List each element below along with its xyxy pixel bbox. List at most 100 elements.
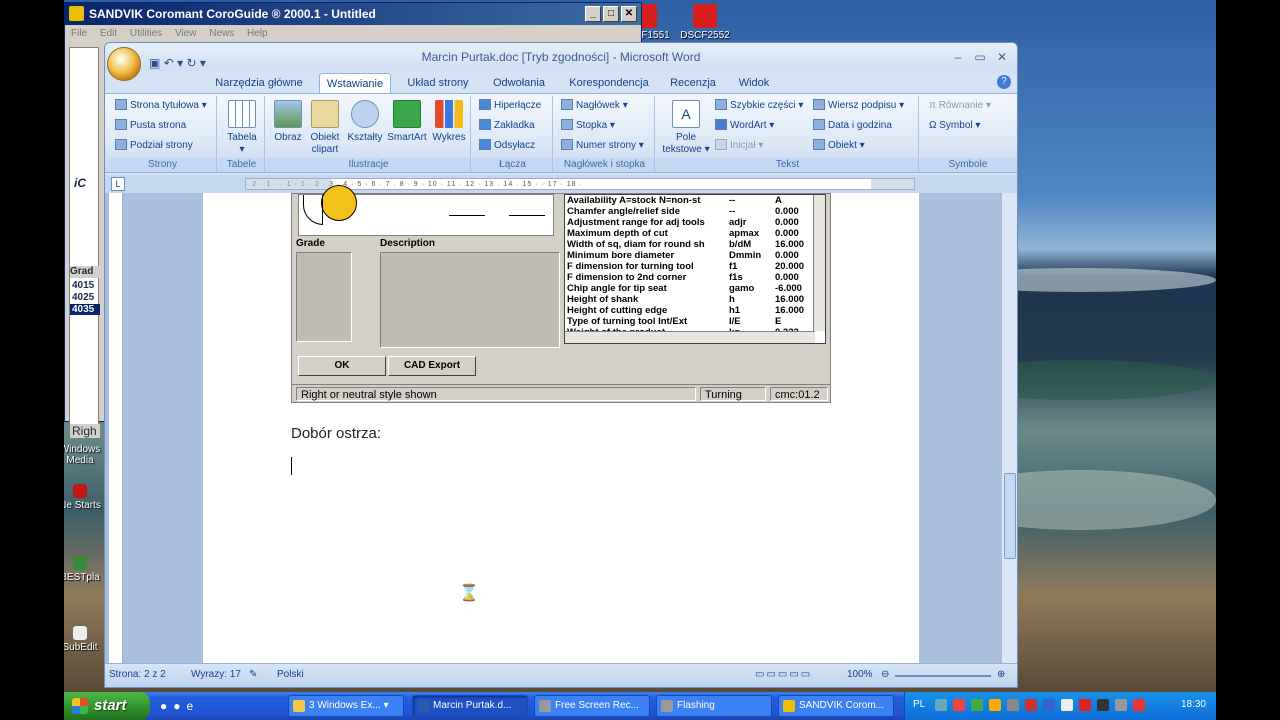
ie-icon[interactable]: e <box>187 699 200 713</box>
language-bar[interactable]: PL <box>913 699 925 710</box>
vertical-ruler[interactable] <box>109 193 123 665</box>
table-row[interactable]: F dimension for turning tool f1 20.000 <box>565 261 825 272</box>
grade-list[interactable] <box>296 252 352 342</box>
menu-news[interactable]: News <box>209 28 234 39</box>
taskbar-flashing[interactable]: Flashing <box>656 695 772 717</box>
taskbar-screen-recorder[interactable]: Free Screen Rec... <box>534 695 650 717</box>
tab-page-layout[interactable]: Układ strony <box>401 73 475 93</box>
table-horizontal-scrollbar[interactable] <box>565 331 815 343</box>
page-number-button[interactable]: Numer strony ▾ <box>561 138 644 154</box>
tray-icon[interactable] <box>1079 699 1091 711</box>
embedded-coroguide-screenshot[interactable]: Grade Description Availability A=stock N… <box>291 185 831 403</box>
customize-qat-icon[interactable]: ▾ <box>200 56 206 70</box>
table-row[interactable]: Availability A=stock N=non-st -- A <box>565 195 825 206</box>
table-row[interactable]: Height of shank h 16.000 <box>565 294 825 305</box>
menu-edit[interactable]: Edit <box>100 28 117 39</box>
close-button[interactable]: ✕ <box>991 47 1013 67</box>
table-row[interactable]: Maximum depth of cut apmax 0.000 <box>565 228 825 239</box>
menu-file[interactable]: File <box>71 28 87 39</box>
table-row[interactable]: F dimension to 2nd corner f1s 0.000 <box>565 272 825 283</box>
zoom-out-icon[interactable]: ⊖ <box>881 669 889 680</box>
vertical-scrollbar[interactable] <box>1001 193 1017 665</box>
tray-icon[interactable] <box>989 699 1001 711</box>
minimize-button[interactable]: – <box>947 47 969 67</box>
signature-line-button[interactable]: Wiersz podpisu ▾ <box>813 98 904 114</box>
document-page[interactable]: Grade Description Availability A=stock N… <box>203 185 919 665</box>
tray-icon[interactable] <box>1025 699 1037 711</box>
table-row[interactable]: Type of turning tool Int/Ext I/E E <box>565 316 825 327</box>
grade-4015[interactable]: 4015 <box>72 280 94 291</box>
horizontal-ruler[interactable]: L · 2 · 1 · · 1 · 1 · 2 · 3 · 4 · 5 · 6 … <box>105 175 1017 193</box>
table-row[interactable]: Adjustment range for adj tools adjr 0.000 <box>565 217 825 228</box>
tray-icon[interactable] <box>971 699 983 711</box>
parameter-table[interactable]: Availability A=stock N=non-st -- A Chamfer … <box>564 194 826 344</box>
tab-insert[interactable]: Wstawianie <box>319 73 391 93</box>
redo-icon[interactable]: ↻ <box>186 56 196 70</box>
grade-4035-selected[interactable]: 4035 <box>70 304 100 315</box>
security-icon[interactable] <box>1133 699 1145 711</box>
cross-reference-button[interactable]: Odsyłacz <box>479 138 535 154</box>
table-row[interactable]: Chip angle for tip seat gamo -6.000 <box>565 283 825 294</box>
taskbar-word[interactable]: Marcin Purtak.d... <box>412 695 528 717</box>
footer-button[interactable]: Stopka ▾ <box>561 118 615 134</box>
close-button[interactable]: ✕ <box>621 6 637 22</box>
word-count[interactable]: Wyrazy: 17 <box>191 669 241 680</box>
textbox-button[interactable]: A Pole tekstowe ▾ <box>661 100 711 156</box>
table-row[interactable]: Minimum bore diameter Dmmin 0.000 <box>565 250 825 261</box>
menu-view[interactable]: View <box>175 28 197 39</box>
tray-icon[interactable] <box>1097 699 1109 711</box>
desktop-icon-nero-start[interactable]: Ne Starts <box>64 484 102 511</box>
table-button[interactable]: Tabela ▾ <box>225 100 259 156</box>
speaker-icon[interactable] <box>1115 699 1127 711</box>
word-window[interactable]: ▣ ↶ ▾ ↻ ▾ Marcin Purtak.doc [Tryb zgodno… <box>104 42 1018 688</box>
firefox-icon[interactable]: ● <box>160 699 173 713</box>
symbol-button[interactable]: Ω Symbol ▾ <box>929 118 980 134</box>
date-time-button[interactable]: Data i godzina <box>813 118 892 134</box>
proofing-icon[interactable]: ✎ <box>249 669 257 680</box>
table-row[interactable]: Height of cutting edge h1 16.000 <box>565 305 825 316</box>
cover-page-button[interactable]: Strona tytułowa ▾ <box>115 98 207 114</box>
header-button[interactable]: Nagłówek ▾ <box>561 98 628 114</box>
table-vertical-scrollbar[interactable] <box>813 195 825 331</box>
table-row[interactable]: Width of sq, diam for round sh b/dM 16.000 <box>565 239 825 250</box>
tray-icon[interactable] <box>1043 699 1055 711</box>
clipart-button[interactable]: Obiekt clipart <box>307 100 343 156</box>
scrollbar-thumb[interactable] <box>1004 473 1016 559</box>
tab-review[interactable]: Recenzja <box>665 73 721 93</box>
office-button[interactable] <box>107 47 141 81</box>
browser-icon[interactable]: ● <box>173 699 186 713</box>
shapes-button[interactable]: Kształty <box>347 100 383 144</box>
grade-4025[interactable]: 4025 <box>72 292 94 303</box>
menu-help[interactable]: Help <box>247 28 268 39</box>
cad-export-button[interactable]: CAD Export <box>388 356 476 376</box>
picture-button[interactable]: Obraz <box>271 100 305 144</box>
clock[interactable]: 18:30 <box>1181 699 1206 710</box>
zoom-in-icon[interactable]: ⊕ <box>997 669 1005 680</box>
menu-utilities[interactable]: Utilities <box>130 28 162 39</box>
chart-button[interactable]: Wykres <box>431 100 467 144</box>
description-box[interactable] <box>380 252 560 348</box>
sandvik-titlebar[interactable]: SANDVIK Coromant CoroGuide ® 2000.1 - Un… <box>65 3 641 25</box>
restore-button[interactable]: ▭ <box>969 47 991 67</box>
maximize-button[interactable]: □ <box>603 6 619 22</box>
quick-parts-button[interactable]: Szybkie części ▾ <box>715 98 803 114</box>
desktop-icon-dscf2552[interactable]: DSCF2552 <box>676 4 734 41</box>
save-icon[interactable]: ▣ <box>149 56 160 70</box>
tab-view[interactable]: Widok <box>729 73 779 93</box>
desktop-icon-subedit[interactable]: SubEdit <box>64 626 102 653</box>
taskbar-explorer[interactable]: 3 Windows Ex... ▾ <box>288 695 404 717</box>
tray-icon[interactable] <box>1007 699 1019 711</box>
table-row[interactable]: Chamfer angle/relief side -- 0.000 <box>565 206 825 217</box>
undo-icon[interactable]: ↶ ▾ <box>164 56 183 70</box>
tab-mailings[interactable]: Korespondencja <box>563 73 655 93</box>
desktop-icon-windows-media[interactable]: Windows Media <box>64 444 102 466</box>
ok-button[interactable]: OK <box>298 356 386 376</box>
wordart-button[interactable]: WordArt ▾ <box>715 118 774 134</box>
minimize-button[interactable]: _ <box>585 6 601 22</box>
hyperlink-button[interactable]: Hiperłącze <box>479 98 541 114</box>
tab-references[interactable]: Odwołania <box>485 73 553 93</box>
smartart-button[interactable]: SmartArt <box>385 100 429 144</box>
object-button[interactable]: Obiekt ▾ <box>813 138 865 154</box>
tray-icon[interactable] <box>935 699 947 711</box>
tab-selector[interactable]: L <box>111 177 125 191</box>
